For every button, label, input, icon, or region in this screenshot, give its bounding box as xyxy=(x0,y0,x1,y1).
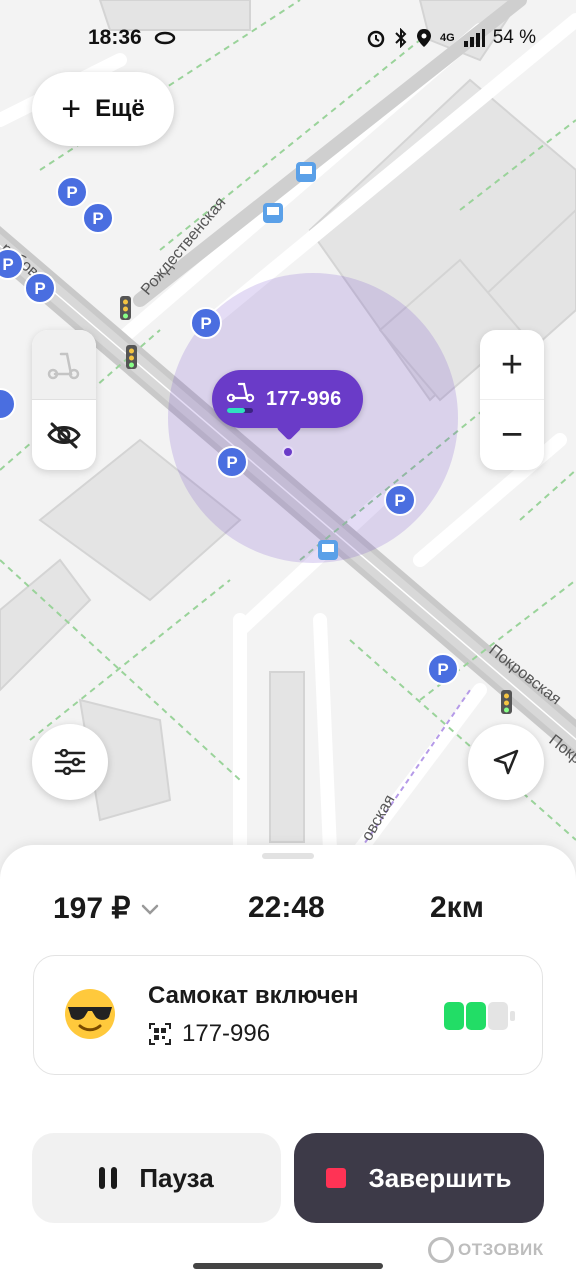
zoom-in-button[interactable]: + xyxy=(480,330,544,400)
more-button[interactable]: + Ещё xyxy=(32,72,174,146)
hide-layer-toggle[interactable] xyxy=(32,400,96,470)
scooter-marker[interactable]: 177-996 xyxy=(212,370,363,428)
svg-text:P: P xyxy=(200,314,211,333)
pause-button[interactable]: Пауза xyxy=(32,1133,281,1223)
zoom-controls: + − xyxy=(480,330,544,470)
scooter-icon xyxy=(226,382,255,413)
svg-text:P: P xyxy=(92,209,103,228)
scooter-layer-toggle[interactable] xyxy=(32,330,96,400)
home-indicator[interactable] xyxy=(193,1263,383,1269)
bluetooth-icon xyxy=(395,28,407,48)
more-button-label: Ещё xyxy=(95,95,145,122)
map-layer-controls xyxy=(32,330,96,470)
sunglasses-emoji-icon xyxy=(65,989,115,1039)
battery-percent: 54 % xyxy=(492,27,536,48)
bus-stop-icon xyxy=(263,203,283,223)
finish-button-label: Завершить xyxy=(368,1162,512,1193)
parking-icon: P xyxy=(82,202,114,234)
status-time: 18:36 xyxy=(88,26,142,49)
parking-icon: P xyxy=(24,272,56,304)
parking-icon: P xyxy=(216,446,248,478)
bus-stop-icon xyxy=(296,162,316,182)
status-bar: 18:36 4G 54 % xyxy=(0,0,576,76)
parking-icon: P xyxy=(384,484,416,516)
notification-icon xyxy=(154,31,175,45)
finish-ride-button[interactable]: Завершить xyxy=(294,1133,544,1223)
scooter-icon xyxy=(47,352,80,379)
ride-duration: 22:48 xyxy=(248,891,325,924)
traffic-light-icon xyxy=(120,296,131,320)
battery-icon xyxy=(444,1002,515,1030)
parking-icon: P xyxy=(190,307,222,339)
pause-button-label: Пауза xyxy=(139,1162,214,1193)
map-view[interactable]: Рождественская рубова Покровская Покр ов… xyxy=(0,0,576,870)
status-icons: 4G 54 % xyxy=(366,27,536,49)
scooter-id-row: 177-996 xyxy=(148,1020,270,1048)
plus-icon: + xyxy=(61,90,82,128)
ride-distance: 2км xyxy=(430,891,484,924)
parking-icon: P xyxy=(427,653,459,685)
location-icon xyxy=(417,29,431,47)
signal-icon xyxy=(463,29,485,47)
watermark: ОТЗОВИК xyxy=(428,1237,544,1263)
svg-text:P: P xyxy=(437,660,448,679)
ride-stats: 197 ₽ 22:48 2км xyxy=(0,891,576,935)
traffic-light-icon xyxy=(501,690,512,714)
qr-code-icon xyxy=(149,1023,171,1045)
navigation-arrow-icon xyxy=(493,749,519,775)
scooter-marker-number: 177-996 xyxy=(266,387,342,410)
filter-button[interactable] xyxy=(32,724,108,800)
scooter-status-card[interactable]: Самокат включен 177-996 xyxy=(33,955,543,1075)
ride-price[interactable]: 197 ₽ xyxy=(53,891,160,926)
stop-icon xyxy=(326,1168,347,1188)
eye-off-icon xyxy=(47,422,81,449)
watermark-logo-icon xyxy=(428,1237,454,1263)
parking-icon: P xyxy=(56,176,88,208)
scooter-id: 177-996 xyxy=(182,1020,271,1047)
my-location-button[interactable] xyxy=(468,724,544,800)
svg-text:P: P xyxy=(394,491,405,510)
bus-stop-icon xyxy=(318,540,338,560)
alarm-icon xyxy=(367,30,385,48)
svg-text:P: P xyxy=(2,255,13,274)
scooter-location-dot xyxy=(282,446,294,458)
zoom-out-button[interactable]: − xyxy=(480,400,544,470)
traffic-light-icon xyxy=(126,345,137,369)
parking-icon: P xyxy=(0,248,24,280)
svg-text:P: P xyxy=(226,453,237,472)
pause-icon xyxy=(99,1167,118,1189)
chevron-down-icon xyxy=(142,904,159,915)
ride-price-value: 197 ₽ xyxy=(53,892,131,925)
scooter-status-text: Самокат включен xyxy=(148,982,359,1009)
filter-icon xyxy=(54,749,86,775)
svg-text:P: P xyxy=(66,183,77,202)
svg-text:P: P xyxy=(34,279,45,298)
network-type: 4G xyxy=(440,32,455,44)
watermark-text: ОТЗОВИК xyxy=(458,1240,544,1259)
sheet-grabber[interactable] xyxy=(262,853,314,859)
ride-bottom-sheet[interactable]: 197 ₽ 22:48 2км Самокат включен 177-996 xyxy=(0,845,576,1280)
